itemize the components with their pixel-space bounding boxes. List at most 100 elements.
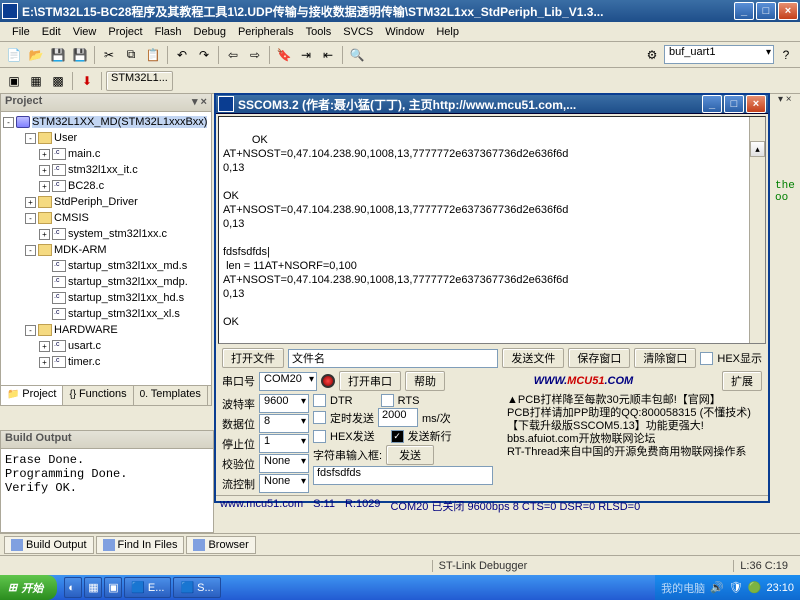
tree-node[interactable]: startup_stm32l1xx_xl.s bbox=[3, 306, 209, 322]
undo-icon[interactable]: ↶ bbox=[172, 45, 192, 65]
download-icon[interactable]: ⬇ bbox=[77, 71, 97, 91]
menu-tools[interactable]: Tools bbox=[300, 24, 338, 40]
system-tray[interactable]: 我的电脑 🔊 🛡 🟢 23:10 bbox=[655, 575, 800, 600]
tree-node[interactable]: -CMSIS bbox=[3, 210, 209, 226]
menu-svcs[interactable]: SVCS bbox=[337, 24, 379, 40]
sscom-close[interactable]: × bbox=[746, 95, 766, 113]
tab-project[interactable]: 📁 Project bbox=[1, 386, 63, 405]
tree-node[interactable]: -MDK-ARM bbox=[3, 242, 209, 258]
parity-select[interactable]: None bbox=[259, 454, 309, 473]
nav-fwd-icon[interactable]: ⇨ bbox=[245, 45, 265, 65]
scroll-up-icon[interactable]: ▴ bbox=[750, 141, 765, 157]
config-icon[interactable]: ⚙ bbox=[642, 45, 662, 65]
menu-flash[interactable]: Flash bbox=[149, 24, 188, 40]
project-tree[interactable]: -STM32L1XX_MD(STM32L1xxxBxx)-User+main.c… bbox=[1, 112, 211, 382]
task-item-1[interactable]: 🟦 E... bbox=[124, 577, 171, 598]
menu-peripherals[interactable]: Peripherals bbox=[232, 24, 300, 40]
copy-icon[interactable]: ⧉ bbox=[121, 45, 141, 65]
string-input[interactable]: fdsfsdfds bbox=[313, 466, 493, 485]
hex-show-checkbox[interactable] bbox=[700, 352, 713, 365]
databits-select[interactable]: 8 bbox=[259, 414, 309, 433]
nav-back-icon[interactable]: ⇦ bbox=[223, 45, 243, 65]
scrollbar[interactable]: ▴ ▾ bbox=[749, 117, 765, 343]
scroll-track[interactable] bbox=[750, 181, 765, 344]
hex-send-checkbox[interactable] bbox=[313, 430, 326, 443]
search-combo[interactable]: buf_uart1 bbox=[664, 45, 774, 64]
start-button[interactable]: ⊞开始 bbox=[0, 575, 57, 600]
minimize-button[interactable]: _ bbox=[734, 2, 754, 20]
tree-node[interactable]: startup_stm32l1xx_mdp. bbox=[3, 274, 209, 290]
filename-input[interactable]: 文件名 bbox=[288, 349, 498, 368]
save-icon[interactable]: 💾 bbox=[48, 45, 68, 65]
tree-node[interactable]: +system_stm32l1xx.c bbox=[3, 226, 209, 242]
tree-node[interactable]: +usart.c bbox=[3, 338, 209, 354]
send-file-button[interactable]: 发送文件 bbox=[502, 348, 564, 368]
flow-select[interactable]: None bbox=[259, 474, 309, 493]
help-icon[interactable]: ? bbox=[776, 45, 796, 65]
sscom-minimize[interactable]: _ bbox=[702, 95, 722, 113]
tab-build-output[interactable]: Build Output bbox=[4, 536, 94, 554]
open-port-button[interactable]: 打开串口 bbox=[339, 371, 401, 391]
tree-node[interactable]: +BC28.c bbox=[3, 178, 209, 194]
quicklaunch-2[interactable]: ▦ bbox=[84, 577, 102, 598]
interval-input[interactable]: 2000 bbox=[378, 408, 418, 427]
send-button[interactable]: 发送 bbox=[386, 445, 434, 465]
open-file-button[interactable]: 打开文件 bbox=[222, 348, 284, 368]
menu-project[interactable]: Project bbox=[102, 24, 148, 40]
menu-file[interactable]: File bbox=[6, 24, 36, 40]
quicklaunch-1[interactable]: ◐ bbox=[64, 577, 82, 598]
tree-node[interactable]: +main.c bbox=[3, 146, 209, 162]
clear-window-button[interactable]: 清除窗口 bbox=[634, 348, 696, 368]
record-icon[interactable] bbox=[321, 374, 335, 388]
close-panel-icon[interactable]: ▾ × bbox=[778, 94, 796, 108]
sscom-titlebar[interactable]: SSCOM3.2 (作者:聂小猛(丁丁), 主页http://www.mcu51… bbox=[216, 95, 768, 114]
menu-help[interactable]: Help bbox=[430, 24, 465, 40]
build-all-icon[interactable]: ▩ bbox=[48, 71, 68, 91]
tree-node[interactable]: +StdPeriph_Driver bbox=[3, 194, 209, 210]
tree-node[interactable]: -User bbox=[3, 130, 209, 146]
saveall-icon[interactable]: 💾 bbox=[70, 45, 90, 65]
tab-browser[interactable]: Browser bbox=[186, 536, 255, 554]
panel-menu-icon[interactable]: ▾ × bbox=[192, 95, 207, 110]
sscom-maximize[interactable]: □ bbox=[724, 95, 744, 113]
bookmark-icon[interactable]: 🔖 bbox=[274, 45, 294, 65]
terminal-output[interactable]: OK AT+NSOST=0,47.104.238.90,1008,13,7777… bbox=[218, 116, 766, 344]
close-button[interactable]: × bbox=[778, 2, 798, 20]
editor-tab[interactable]: STM32L1... bbox=[106, 71, 173, 91]
find-icon[interactable]: 🔍 bbox=[347, 45, 367, 65]
open-icon[interactable]: 📂 bbox=[26, 45, 46, 65]
maximize-button[interactable]: □ bbox=[756, 2, 776, 20]
tree-node[interactable]: +stm32l1xx_it.c bbox=[3, 162, 209, 178]
mcu51-link[interactable]: WWW.MCU51.COM bbox=[449, 375, 718, 387]
help-button[interactable]: 帮助 bbox=[405, 371, 445, 391]
menu-window[interactable]: Window bbox=[379, 24, 430, 40]
dtr-checkbox[interactable] bbox=[313, 394, 326, 407]
cut-icon[interactable]: ✂ bbox=[99, 45, 119, 65]
menu-edit[interactable]: Edit bbox=[36, 24, 67, 40]
outdent-icon[interactable]: ⇤ bbox=[318, 45, 338, 65]
com-port-select[interactable]: COM20 bbox=[259, 372, 317, 391]
task-item-2[interactable]: 🟦 S... bbox=[173, 577, 220, 598]
tray-icon[interactable]: 🔊 bbox=[710, 581, 724, 594]
tab-functions[interactable]: {} Functions bbox=[63, 386, 133, 405]
tree-node[interactable]: +timer.c bbox=[3, 354, 209, 370]
indent-icon[interactable]: ⇥ bbox=[296, 45, 316, 65]
tray-icon[interactable]: 🟢 bbox=[748, 581, 762, 594]
menu-debug[interactable]: Debug bbox=[188, 24, 232, 40]
build-text[interactable]: Erase Done. Programming Done. Verify OK. bbox=[1, 449, 213, 499]
new-icon[interactable]: 📄 bbox=[4, 45, 24, 65]
rts-checkbox[interactable] bbox=[381, 394, 394, 407]
tree-node[interactable]: -HARDWARE bbox=[3, 322, 209, 338]
redo-icon[interactable]: ↷ bbox=[194, 45, 214, 65]
tree-node[interactable]: startup_stm32l1xx_md.s bbox=[3, 258, 209, 274]
paste-icon[interactable]: 📋 bbox=[143, 45, 163, 65]
newline-checkbox[interactable]: ✓ bbox=[391, 430, 404, 443]
baud-select[interactable]: 9600 bbox=[259, 394, 309, 413]
tab-find-in-files[interactable]: Find In Files bbox=[96, 536, 185, 554]
save-window-button[interactable]: 保存窗口 bbox=[568, 348, 630, 368]
stopbits-select[interactable]: 1 bbox=[259, 434, 309, 453]
tree-node[interactable]: startup_stm32l1xx_hd.s bbox=[3, 290, 209, 306]
rebuild-icon[interactable]: ▦ bbox=[26, 71, 46, 91]
menu-view[interactable]: View bbox=[67, 24, 103, 40]
quicklaunch-3[interactable]: ▣ bbox=[104, 577, 122, 598]
